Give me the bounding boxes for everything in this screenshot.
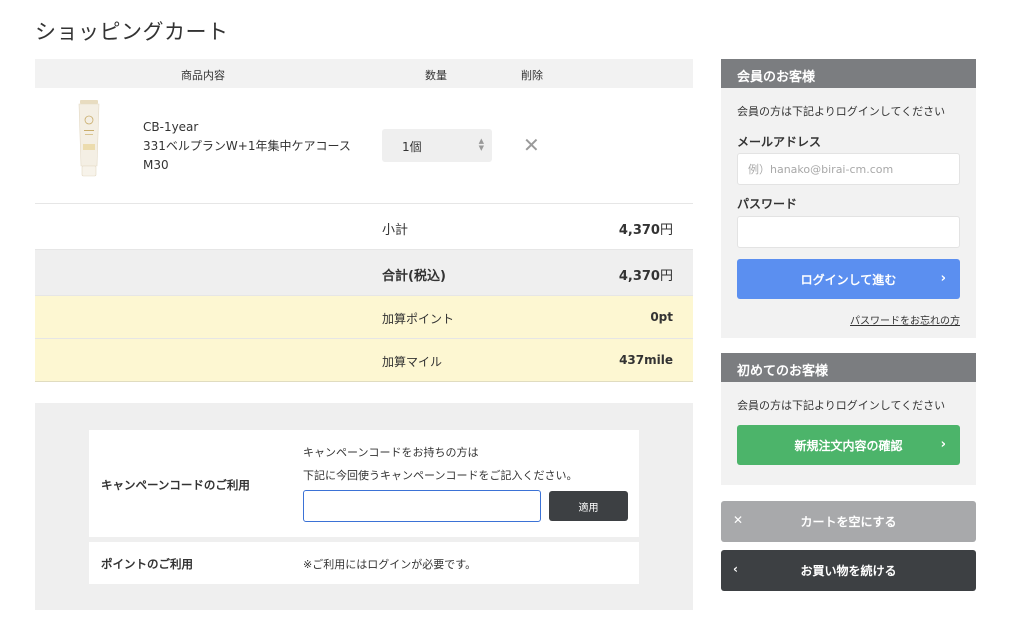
- total-label: 合計(税込): [382, 269, 446, 284]
- campaign-description-2: 下記に今回使うキャンペーンコードをご記入ください。: [303, 469, 578, 482]
- chevron-left-icon: ‹: [733, 562, 738, 576]
- member-description: 会員の方は下記よりログインしてください: [737, 105, 946, 118]
- close-icon: ✕: [733, 513, 744, 527]
- email-field[interactable]: [737, 153, 960, 185]
- miles-row: 加算マイル 437mile: [35, 339, 693, 382]
- campaign-box: キャンペーンコードのご利用 キャンペーンコードをお持ちの方は 下記に今回使うキャ…: [89, 430, 639, 537]
- quantity-select[interactable]: 1個 ▲ ▼: [382, 129, 492, 162]
- select-arrows-icon: ▲ ▼: [478, 137, 484, 152]
- total-row: 合計(税込) 4,370円: [35, 250, 693, 296]
- chevron-right-icon: ›: [940, 437, 946, 452]
- cart-item-row: CB-1year 331ベルプランW+1年集中ケアコース M30 1個 ▲ ▼ ✕: [35, 88, 693, 204]
- header-delete: 削除: [521, 69, 543, 82]
- password-label: パスワード: [737, 197, 798, 211]
- member-panel-title: 会員のお客様: [721, 59, 976, 88]
- cart-header: 商品内容 数量 削除: [35, 59, 693, 88]
- points-label: 加算ポイント: [382, 312, 455, 326]
- guest-description: 会員の方は下記よりログインしてください: [737, 399, 946, 412]
- product-image[interactable]: [77, 100, 101, 178]
- page-title: ショッピングカート: [35, 20, 229, 44]
- product-size: M30: [143, 158, 169, 172]
- continue-shopping-label: お買い物を続ける: [800, 564, 897, 578]
- subtotal-value: 4,370円: [618, 223, 673, 238]
- points-row: 加算ポイント 0pt: [35, 296, 693, 339]
- login-button[interactable]: ログインして進む ›: [737, 259, 960, 299]
- points-value: 0pt: [650, 310, 673, 324]
- confirm-button-label: 新規注文内容の確認: [794, 438, 903, 453]
- guest-panel: 初めてのお客様 会員の方は下記よりログインしてください 新規注文内容の確認 ›: [721, 353, 976, 485]
- product-name: CB-1year 331ベルプランW+1年集中ケアコース M30: [143, 118, 351, 175]
- subtotal-label: 小計: [382, 223, 409, 238]
- point-use-box: ポイントのご利用 ※ご利用にはログインが必要です。: [89, 542, 639, 584]
- email-label: メールアドレス: [737, 135, 822, 149]
- miles-value: 437mile: [619, 353, 673, 367]
- header-product: 商品内容: [181, 69, 225, 82]
- new-order-confirm-button[interactable]: 新規注文内容の確認 ›: [737, 425, 960, 465]
- campaign-title: キャンペーンコードのご利用: [101, 478, 250, 492]
- login-button-label: ログインして進む: [800, 272, 897, 287]
- campaign-code-input[interactable]: [303, 490, 541, 522]
- delete-item-icon[interactable]: ✕: [523, 133, 540, 157]
- product-code: CB-1year: [143, 120, 199, 134]
- empty-cart-button[interactable]: ✕ カートを空にする: [721, 501, 976, 542]
- guest-panel-title: 初めてのお客様: [721, 353, 976, 382]
- product-title: 331ベルプランW+1年集中ケアコース: [143, 139, 351, 153]
- miles-label: 加算マイル: [382, 355, 443, 369]
- total-value: 4,370円: [618, 269, 673, 284]
- quantity-value: 1個: [402, 140, 422, 154]
- campaign-section: キャンペーンコードのご利用 キャンペーンコードをお持ちの方は 下記に今回使うキャ…: [35, 403, 693, 610]
- point-use-title: ポイントのご利用: [101, 557, 193, 571]
- point-use-note: ※ご利用にはログインが必要です。: [303, 558, 477, 571]
- subtotal-row: 小計 4,370円: [35, 204, 693, 250]
- continue-shopping-button[interactable]: ‹ お買い物を続ける: [721, 550, 976, 591]
- cart-table: 商品内容 数量 削除 CB-1year 331ベルプランW+1年集中ケアコース …: [35, 59, 693, 382]
- campaign-description-1: キャンペーンコードをお持ちの方は: [303, 446, 479, 459]
- chevron-right-icon: ›: [940, 271, 946, 286]
- member-panel: 会員のお客様 会員の方は下記よりログインしてください メールアドレス パスワード…: [721, 59, 976, 338]
- header-quantity: 数量: [425, 69, 447, 82]
- password-field[interactable]: [737, 216, 960, 248]
- empty-cart-label: カートを空にする: [800, 515, 897, 529]
- forgot-password-link[interactable]: パスワードをお忘れの方: [850, 312, 960, 327]
- apply-button[interactable]: 適用: [549, 491, 628, 521]
